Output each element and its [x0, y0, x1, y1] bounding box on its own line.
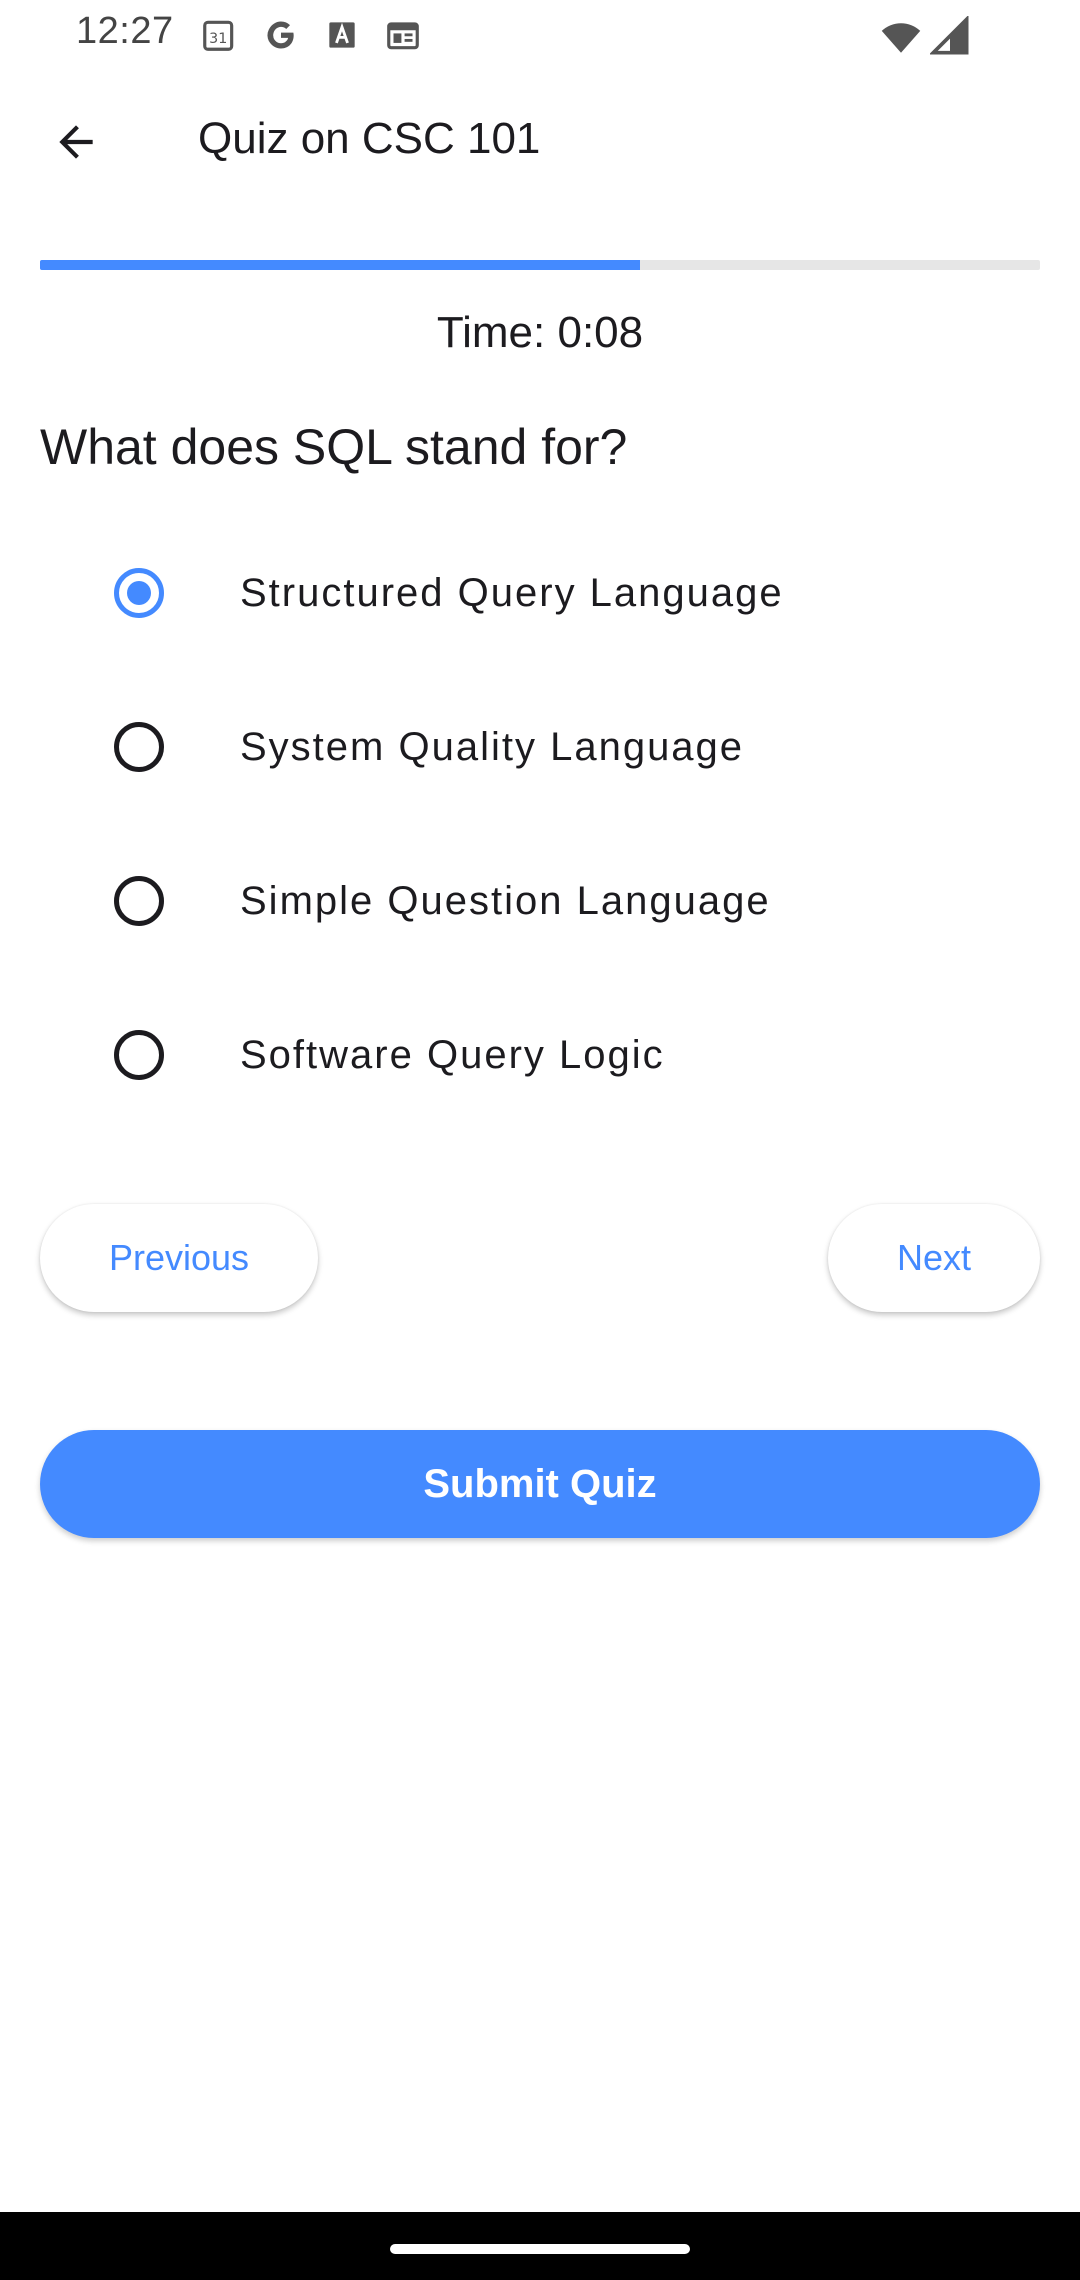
radio-button[interactable] [114, 876, 164, 926]
news-icon [384, 16, 422, 54]
home-gesture-handle[interactable] [390, 2244, 690, 2254]
wifi-icon [880, 16, 922, 58]
question-text: What does SQL stand for? [40, 419, 628, 475]
arrow-back-icon [59, 125, 93, 159]
timer-text: Time: 0:08 [436, 308, 644, 357]
system-navigation-bar [0, 2212, 1080, 2280]
font-icon [323, 16, 361, 54]
google-icon [262, 16, 300, 54]
option-label: Simple Question Language [240, 878, 771, 923]
option-row[interactable]: Structured Query Language [80, 528, 1040, 658]
option-row[interactable]: Simple Question Language [80, 836, 1040, 966]
option-label: System Quality Language [240, 724, 745, 769]
signal-icon [928, 14, 970, 56]
option-label: Software Query Logic [240, 1032, 665, 1077]
calendar-icon: 31 [200, 16, 238, 54]
submit-quiz-button[interactable]: Submit Quiz [40, 1430, 1040, 1538]
status-bar: 12:27 31 [0, 0, 1080, 70]
radio-button[interactable] [114, 568, 164, 618]
status-time: 12:27 [76, 10, 174, 52]
app-bar: Quiz on CSC 101 [0, 90, 1080, 190]
previous-button[interactable]: Previous [40, 1204, 318, 1312]
radio-button[interactable] [114, 1030, 164, 1080]
svg-text:31: 31 [209, 31, 227, 47]
option-row[interactable]: Software Query Logic [80, 990, 1040, 1120]
option-label: Structured Query Language [240, 570, 784, 615]
quiz-progress-fill [40, 260, 640, 270]
quiz-progress-bar [40, 260, 1040, 270]
radio-button[interactable] [114, 722, 164, 772]
page-title: Quiz on CSC 101 [198, 114, 541, 163]
option-row[interactable]: System Quality Language [80, 682, 1040, 812]
next-button[interactable]: Next [828, 1204, 1040, 1312]
quiz-screen: 12:27 31 Quiz on CSC 101 Time: 0:08 What… [0, 0, 1080, 2280]
back-button[interactable] [36, 102, 116, 182]
